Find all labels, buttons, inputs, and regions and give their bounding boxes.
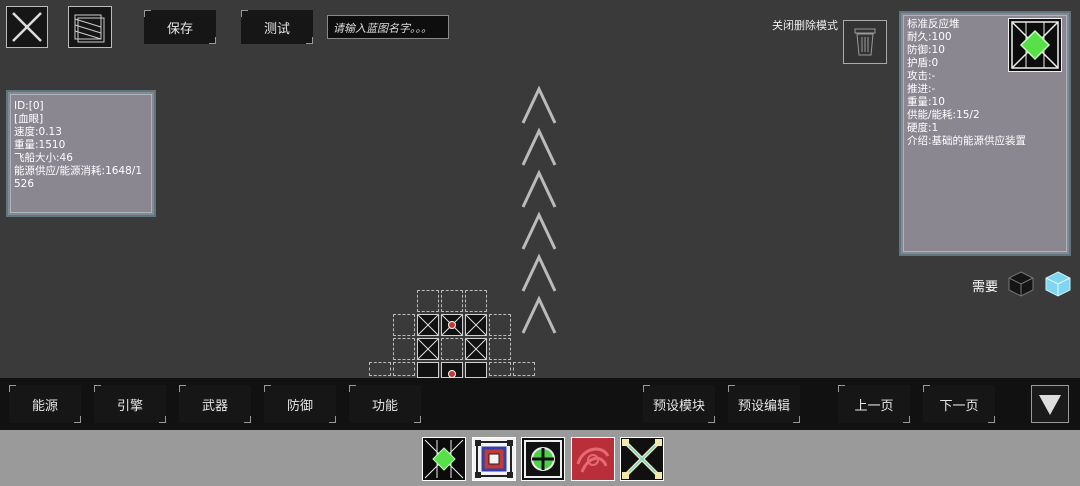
empty-slot[interactable]: [441, 338, 463, 360]
placed-module[interactable]: [417, 314, 439, 336]
direction-chevron-icon: [521, 169, 557, 208]
tray-slot-shield[interactable]: [521, 437, 565, 481]
ship-info-line: 速度:0.13: [14, 126, 62, 138]
triangle-down-icon: [1039, 395, 1061, 415]
module-info-line: 供能/能耗:15/2: [907, 109, 980, 121]
tray-slot-red-core[interactable]: [571, 437, 615, 481]
dark-cube-icon: [1008, 271, 1034, 297]
next-page-button[interactable]: 下一页: [923, 385, 995, 423]
reactor-module-icon: [424, 439, 464, 479]
module-info-line: 硬度:1: [907, 122, 939, 134]
empty-slot[interactable]: [489, 314, 511, 336]
module-info-line: 介绍:基础的能源供应装置: [907, 135, 1027, 147]
placed-module[interactable]: [465, 362, 487, 378]
empty-slot[interactable]: [417, 290, 439, 312]
save-button[interactable]: 保存: [144, 10, 216, 44]
empty-slot[interactable]: [393, 362, 415, 376]
blueprint-name-placeholder: 请输入蓝图名字。。。: [333, 22, 432, 35]
tray-slot-reactor[interactable]: [422, 437, 466, 481]
reactor-module-icon: [1011, 21, 1059, 69]
placed-module[interactable]: [417, 362, 439, 378]
requirement-label: 需要: [972, 280, 999, 295]
core-module[interactable]: [441, 314, 463, 336]
delete-mode-label: 关闭删除模式: [772, 19, 838, 32]
tray-slot-armor[interactable]: [472, 437, 516, 481]
ship-info-line: 能源供应/能源消耗:1648/1526: [14, 165, 143, 190]
placed-module[interactable]: [465, 338, 487, 360]
empty-slot[interactable]: [393, 314, 415, 336]
trash-icon: [854, 28, 876, 56]
category-tab-energy[interactable]: 能源: [9, 385, 81, 423]
direction-chevron-icon: [521, 127, 557, 166]
close-button[interactable]: [6, 6, 48, 48]
selected-module-preview: [1008, 18, 1062, 72]
ship-info-panel: ID:[0] [血眼] 速度:0.13 重量:1510 飞船大小:46 能源供应…: [6, 90, 156, 217]
collapse-button[interactable]: [1031, 385, 1069, 423]
category-tab-weapon[interactable]: 武器: [179, 385, 251, 423]
ship-info-line: ID:[0]: [14, 100, 44, 112]
ship-info-line: 飞船大小:46: [14, 152, 73, 164]
module-info-line: 重量:10: [907, 96, 945, 108]
ship-info-line: [血眼]: [14, 113, 44, 125]
delete-mode-button[interactable]: [843, 20, 887, 64]
prev-page-button[interactable]: 上一页: [838, 385, 910, 423]
tray-slot-cross[interactable]: [620, 437, 664, 481]
build-grid[interactable]: [366, 288, 536, 378]
shield-module-icon: [524, 440, 562, 478]
empty-slot[interactable]: [393, 338, 415, 360]
category-tab-function[interactable]: 功能: [349, 385, 421, 423]
empty-slot[interactable]: [489, 338, 511, 360]
placed-module[interactable]: [465, 314, 487, 336]
close-icon: [12, 12, 42, 42]
ship-info-line: 重量:1510: [14, 139, 66, 151]
category-tab-engine[interactable]: 引擎: [94, 385, 166, 423]
empty-slot[interactable]: [441, 290, 463, 312]
placed-module[interactable]: [417, 338, 439, 360]
blueprint-list-button[interactable]: [68, 6, 112, 48]
empty-slot[interactable]: [513, 362, 535, 376]
module-info-line: 推进:-: [907, 83, 936, 95]
core-module[interactable]: [441, 362, 463, 378]
direction-chevron-icon: [521, 253, 557, 292]
direction-chevron-icon: [521, 211, 557, 250]
layers-icon: [74, 14, 105, 43]
empty-slot[interactable]: [369, 362, 391, 376]
armor-module-icon: [475, 440, 513, 478]
blueprint-name-input[interactable]: 请输入蓝图名字。。。: [327, 15, 449, 39]
red-core-module-icon: [576, 447, 610, 473]
crystal-cube-icon: [1045, 271, 1071, 297]
test-button[interactable]: 测试: [241, 10, 313, 44]
preset-module-button[interactable]: 预设模块: [643, 385, 715, 423]
direction-chevron-icon: [521, 85, 557, 124]
empty-slot[interactable]: [465, 290, 487, 312]
cross-module-icon: [622, 439, 662, 479]
empty-slot[interactable]: [489, 362, 511, 376]
preset-edit-button[interactable]: 预设编辑: [728, 385, 800, 423]
category-tab-defense[interactable]: 防御: [264, 385, 336, 423]
